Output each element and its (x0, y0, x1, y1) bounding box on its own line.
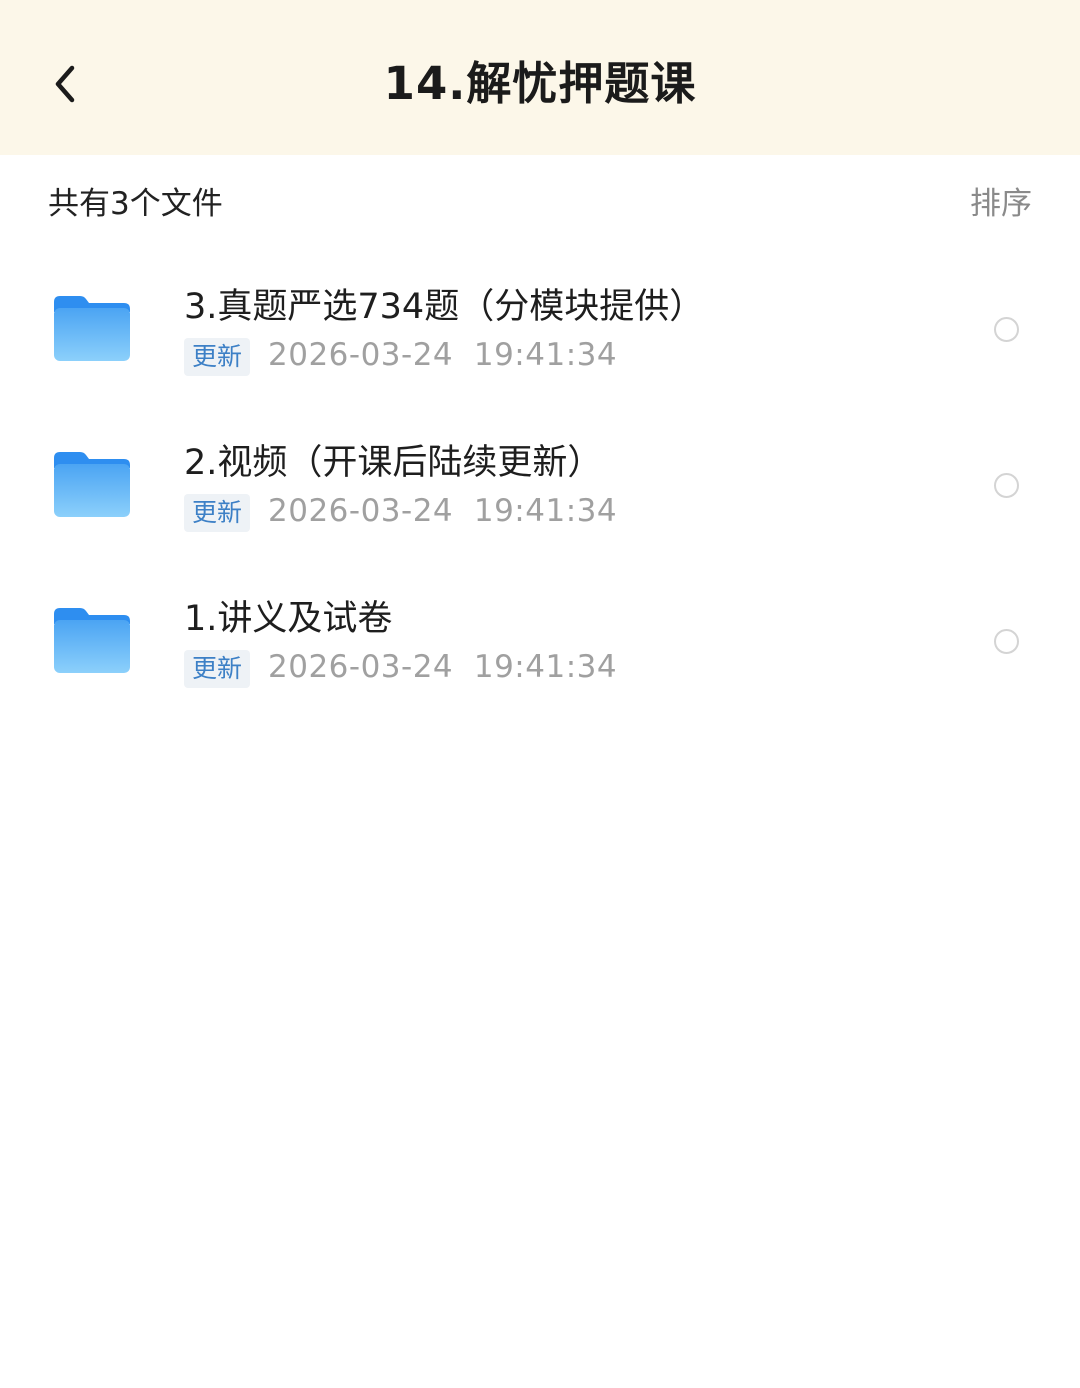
file-timestamp: 2026-03-24 19:41:34 (268, 337, 618, 373)
file-timestamp: 2026-03-24 19:41:34 (268, 493, 618, 529)
select-radio[interactable] (994, 473, 1019, 498)
file-timestamp: 2026-03-24 19:41:34 (268, 649, 618, 685)
update-badge: 更新 (184, 494, 251, 532)
folder-icon (54, 608, 130, 673)
sort-button[interactable]: 排序 (970, 182, 1032, 226)
file-name: 3.真题严选734题（分模块提供） (184, 287, 705, 327)
list-item[interactable]: 3.真题严选734题（分模块提供） 更新 2026-03-24 19:41:34 (0, 264, 1080, 420)
update-badge: 更新 (184, 650, 251, 688)
top-bar: 14.解忧押题课 (0, 0, 1080, 155)
select-radio[interactable] (994, 317, 1019, 342)
update-badge: 更新 (184, 338, 251, 376)
list-item[interactable]: 2.视频（开课后陆续更新） 更新 2026-03-24 19:41:34 (0, 420, 1080, 576)
file-name: 1.讲义及试卷 (184, 599, 393, 639)
file-count-label: 共有3个文件 (48, 186, 223, 222)
list-item[interactable]: 1.讲义及试卷 更新 2026-03-24 19:41:34 (0, 576, 1080, 732)
file-name: 2.视频（开课后陆续更新） (184, 443, 603, 483)
folder-icon (54, 452, 130, 517)
folder-icon (54, 296, 130, 361)
file-list-screen: 14.解忧押题课 共有3个文件 排序 3.真题严选734题（分模块提供） 更新 … (0, 0, 1080, 1388)
select-radio[interactable] (994, 629, 1019, 654)
file-list: 3.真题严选734题（分模块提供） 更新 2026-03-24 19:41:34… (0, 264, 1080, 732)
page-title: 14.解忧押题课 (383, 57, 697, 110)
